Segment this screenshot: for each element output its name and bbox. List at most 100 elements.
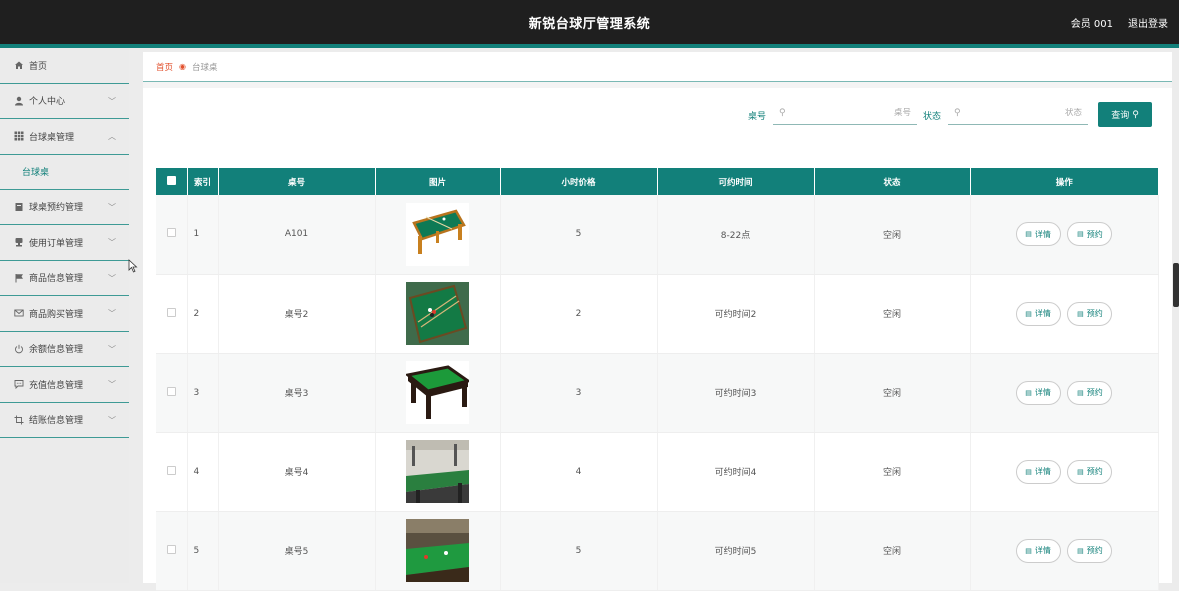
status-input[interactable] xyxy=(964,108,1082,118)
row-index: 5 xyxy=(187,511,219,591)
sidebar-item-reservation[interactable]: 球桌预约管理 ﹀ xyxy=(0,190,129,225)
chevron-down-icon: ﹀ xyxy=(108,309,116,318)
app-title: 新锐台球厅管理系统 xyxy=(528,17,651,32)
document-icon: ▤ xyxy=(1077,467,1084,476)
row-number: 桌号3 xyxy=(218,353,376,433)
row-status: 空闲 xyxy=(814,274,971,354)
sidebar-item-label: 结账信息管理 xyxy=(29,416,84,427)
column-header-image: 图片 xyxy=(375,168,501,195)
table-photo[interactable] xyxy=(406,361,469,424)
sidebar-item-checkout[interactable]: 结账信息管理 ﹀ xyxy=(0,403,129,438)
sidebar-item-label: 充值信息管理 xyxy=(29,380,84,391)
row-image-cell xyxy=(375,511,501,591)
scrollbar-handle[interactable] xyxy=(1173,263,1179,307)
breadcrumb-current: 台球桌 xyxy=(192,62,218,73)
detail-button[interactable]: ▤ 详情 xyxy=(1015,538,1061,563)
row-index: 2 xyxy=(187,274,219,354)
document-icon: ▤ xyxy=(1077,309,1084,318)
row-status: 空闲 xyxy=(814,511,971,591)
row-actions: ▤ 详情 ▤ 预约 xyxy=(970,511,1159,591)
main-content: 首页 ◉ 台球桌 桌号 ⚲ 状态 ⚲ 查询 ⚲ xyxy=(143,52,1172,591)
user-name: 会员 001 xyxy=(1070,19,1113,30)
breadcrumb-separator-icon: ◉ xyxy=(179,62,186,71)
table-number-field: ⚲ xyxy=(773,102,917,125)
reserve-button[interactable]: ▤ 预约 xyxy=(1067,380,1113,405)
table-panel: 桌号 ⚲ 状态 ⚲ 查询 ⚲ 索引 xyxy=(143,89,1172,591)
crop-icon xyxy=(13,414,24,425)
column-header-time: 可约时间 xyxy=(657,168,815,195)
reserve-button[interactable]: ▤ 预约 xyxy=(1067,301,1113,326)
row-checkbox[interactable] xyxy=(166,228,176,238)
column-header-number: 桌号 xyxy=(218,168,376,195)
user-icon xyxy=(13,95,24,106)
table-row: 4 桌号4 4 可约时间4 空闲 ▤ 详情 ▤ 预约 xyxy=(156,432,1159,512)
logout-link[interactable]: 退出登录 xyxy=(1128,15,1168,30)
row-image-cell xyxy=(375,195,501,275)
detail-button[interactable]: ▤ 详情 xyxy=(1015,380,1061,405)
query-button-label: 查询 xyxy=(1111,111,1130,121)
row-status: 空闲 xyxy=(814,432,971,512)
sidebar-item-recharge[interactable]: 充值信息管理 ﹀ xyxy=(0,367,129,403)
sidebar-item-profile[interactable]: 个人中心 ﹀ xyxy=(0,84,129,119)
column-header-status: 状态 xyxy=(814,168,971,195)
document-icon: ▤ xyxy=(1025,230,1032,239)
row-number: A101 xyxy=(218,195,376,275)
search-bar: 桌号 ⚲ 状态 ⚲ 查询 ⚲ xyxy=(143,102,1172,128)
detail-button[interactable]: ▤ 详情 xyxy=(1015,301,1061,326)
sidebar-item-purchases[interactable]: 商品购买管理 ﹀ xyxy=(0,296,129,332)
detail-button[interactable]: ▤ 详情 xyxy=(1015,459,1061,484)
row-actions: ▤ 详情 ▤ 预约 xyxy=(970,195,1159,275)
select-all-checkbox[interactable] xyxy=(166,175,176,185)
reserve-button[interactable]: ▤ 预约 xyxy=(1067,538,1113,563)
table-photo[interactable] xyxy=(406,440,469,503)
sidebar: 首页 个人中心 ﹀ 台球桌管理 ︿ 台球桌 球桌预约管理 ﹀ 使用订单管理 ﹀ … xyxy=(0,48,129,583)
sidebar-item-table-management[interactable]: 台球桌管理 ︿ xyxy=(0,119,129,155)
reserve-label: 预约 xyxy=(1086,546,1103,555)
row-checkbox[interactable] xyxy=(166,544,176,554)
row-image-cell xyxy=(375,353,501,433)
billiard-table-list: 索引 桌号 图片 小时价格 可约时间 状态 操作 1 A101 5 8-22点 … xyxy=(156,168,1159,591)
row-status: 空闲 xyxy=(814,353,971,433)
row-price: 5 xyxy=(500,511,658,591)
power-icon xyxy=(13,343,24,354)
table-photo[interactable] xyxy=(406,282,469,345)
select-all-cell xyxy=(156,168,188,195)
reserve-button[interactable]: ▤ 预约 xyxy=(1067,459,1113,484)
section-gap xyxy=(143,82,1172,88)
row-checkbox[interactable] xyxy=(166,307,176,317)
row-checkbox[interactable] xyxy=(166,386,176,396)
sidebar-item-label: 台球桌管理 xyxy=(29,132,75,143)
sidebar-item-balance[interactable]: 余额信息管理 ﹀ xyxy=(0,332,129,367)
table-row: 2 桌号2 2 可约时间2 空闲 ▤ 详情 ▤ 预约 xyxy=(156,274,1159,354)
row-actions: ▤ 详情 ▤ 预约 xyxy=(970,432,1159,512)
sidebar-item-home[interactable]: 首页 xyxy=(0,48,129,84)
sidebar-item-orders[interactable]: 使用订单管理 ﹀ xyxy=(0,225,129,261)
sidebar-item-products[interactable]: 商品信息管理 ﹀ xyxy=(0,261,129,296)
row-index: 4 xyxy=(187,432,219,512)
reserve-label: 预约 xyxy=(1086,388,1103,397)
search-icon: ⚲ xyxy=(954,108,961,118)
stamp-icon xyxy=(13,237,24,248)
grid-icon xyxy=(13,131,24,142)
chevron-down-icon: ﹀ xyxy=(108,273,116,283)
document-icon: ▤ xyxy=(1077,546,1084,555)
document-icon: ▤ xyxy=(1077,230,1084,239)
row-number: 桌号5 xyxy=(218,511,376,591)
detail-label: 详情 xyxy=(1034,229,1051,239)
query-button[interactable]: 查询 ⚲ xyxy=(1098,102,1152,127)
mail-icon xyxy=(13,308,24,319)
chevron-down-icon: ﹀ xyxy=(108,238,116,247)
sidebar-item-label: 余额信息管理 xyxy=(29,345,84,356)
chevron-down-icon: ﹀ xyxy=(108,96,116,106)
document-icon: ▤ xyxy=(1025,546,1032,555)
table-photo[interactable] xyxy=(406,519,469,582)
reserve-button[interactable]: ▤ 预约 xyxy=(1067,222,1113,247)
table-photo[interactable] xyxy=(406,202,469,266)
sidebar-item-label: 商品信息管理 xyxy=(29,274,84,285)
detail-button[interactable]: ▤ 详情 xyxy=(1015,222,1061,247)
table-number-input[interactable] xyxy=(789,108,911,118)
row-checkbox[interactable] xyxy=(166,465,176,475)
sidebar-subitem-billiard-table[interactable]: 台球桌 xyxy=(0,155,129,190)
header-accent-line xyxy=(0,44,1179,48)
breadcrumb-home-link[interactable]: 首页 xyxy=(156,61,173,73)
